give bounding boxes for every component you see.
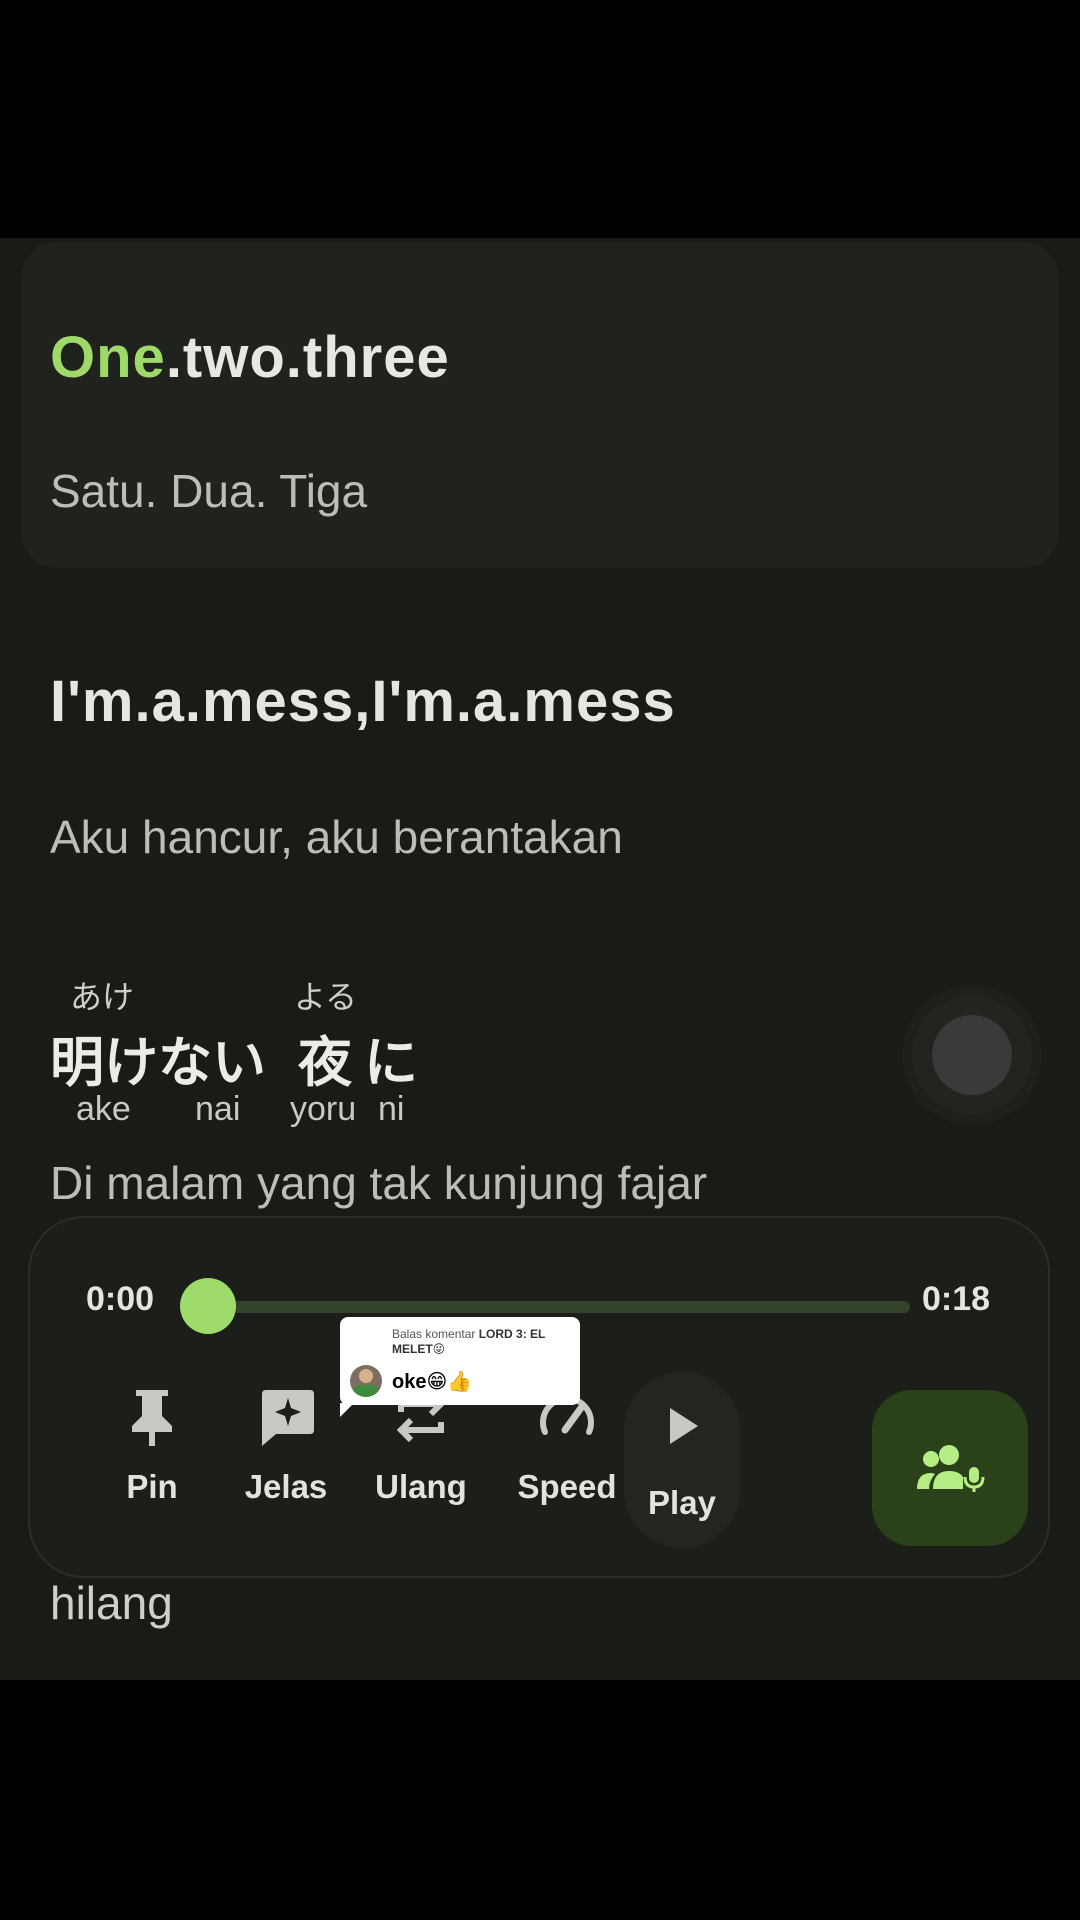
lyric-translation-1: Satu. Dua. Tiga bbox=[50, 465, 368, 517]
kanji-token: 明けない bbox=[50, 1031, 266, 1094]
play-label: Play bbox=[648, 1484, 716, 1521]
progress-thumb[interactable] bbox=[180, 1278, 236, 1334]
active-lyric-card[interactable]: One.two.three Satu. Dua. Tiga bbox=[22, 242, 1058, 568]
kanji-token: 夜 bbox=[298, 1031, 352, 1094]
voice-chat-button[interactable] bbox=[872, 1390, 1028, 1546]
avatar bbox=[350, 1365, 382, 1397]
lyric-translation-2: Aku hancur, aku berantakan bbox=[50, 811, 623, 863]
furigana: よる bbox=[294, 979, 358, 1015]
furigana: あけ bbox=[70, 979, 135, 1015]
total-time: 0:18 bbox=[922, 1280, 991, 1318]
romaji-token: ni bbox=[378, 1090, 405, 1128]
floating-record-button[interactable] bbox=[912, 995, 1032, 1115]
pin-icon bbox=[132, 1390, 172, 1446]
romaji-token: yoru bbox=[290, 1090, 357, 1128]
lyric-line-2[interactable]: I'm.a.mess,I'm.a.mess bbox=[50, 668, 676, 735]
pin-label: Pin bbox=[126, 1468, 178, 1505]
lyric-translation-4: hilang bbox=[50, 1577, 173, 1629]
reply-prefix: Balas komentar bbox=[392, 1327, 476, 1341]
reply-meta: Balas komentar LORD 3: EL MELET😜 bbox=[392, 1327, 576, 1357]
sparkle-comment-icon bbox=[262, 1390, 314, 1446]
explain-button[interactable]: Jelas bbox=[226, 1386, 346, 1506]
lyric-highlighted-word: One bbox=[50, 325, 166, 390]
kanji-token: に bbox=[364, 1031, 418, 1094]
explain-label: Jelas bbox=[244, 1468, 328, 1505]
speed-label: Speed bbox=[517, 1468, 617, 1505]
romaji-token: nai bbox=[195, 1090, 241, 1128]
pin-button[interactable]: Pin bbox=[92, 1386, 212, 1506]
reply-message: oke😁👍 bbox=[392, 1371, 473, 1393]
people-mic-icon bbox=[917, 1445, 985, 1492]
play-icon bbox=[670, 1408, 698, 1444]
repeat-label: Ulang bbox=[375, 1468, 467, 1505]
progress-track[interactable] bbox=[210, 1301, 910, 1313]
lyric-remaining-words: .two.three bbox=[165, 325, 450, 390]
romaji-token: ake bbox=[76, 1090, 131, 1128]
current-time: 0:00 bbox=[86, 1280, 155, 1318]
lyrics-screen: One.two.three Satu. Dua. Tiga I'm.a.mess… bbox=[0, 238, 1080, 1680]
lyric-line-1: One.two.three bbox=[50, 324, 450, 391]
comment-reply-bubble[interactable]: Balas komentar LORD 3: EL MELET😜 oke😁👍 bbox=[340, 1317, 580, 1417]
play-button[interactable]: Play bbox=[624, 1372, 740, 1548]
lyric-translation-3: Di malam yang tak kunjung fajar bbox=[50, 1157, 708, 1209]
